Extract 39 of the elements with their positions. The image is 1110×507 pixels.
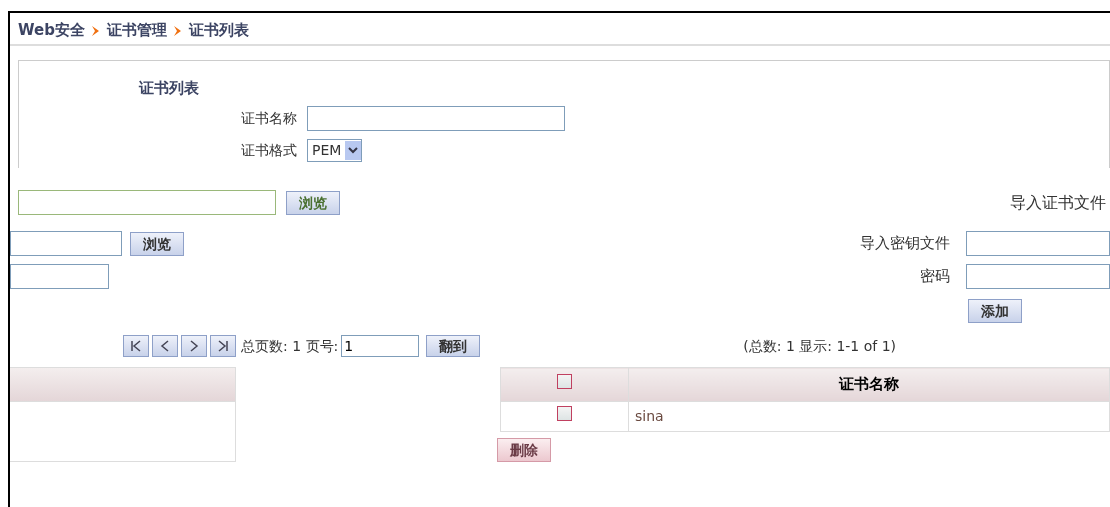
next-icon (188, 340, 200, 352)
section-title: 证书列表 (139, 78, 200, 99)
delete-button[interactable]: 删除 (497, 438, 551, 462)
field-label: 证书格式 (241, 140, 297, 160)
record-summary: (总数: 1 显示: 1-1 of 1) (743, 336, 897, 356)
cert-name-field[interactable] (307, 105, 565, 131)
breadcrumb-item[interactable]: 证书管理 (106, 19, 167, 42)
table-cell: sina (628, 401, 1110, 432)
first-page-button[interactable] (123, 335, 149, 357)
page-count-text: 总页数: 1 页号: (241, 336, 339, 356)
field-label: 密码 (920, 266, 950, 288)
last-page-button[interactable] (210, 335, 236, 357)
breadcrumb-item: 证书列表 (188, 20, 249, 42)
caret-icon (345, 140, 362, 160)
first-page-icon (130, 340, 142, 352)
last-page-icon (217, 340, 229, 352)
next-page-button[interactable] (181, 335, 207, 357)
file-field[interactable] (10, 231, 122, 256)
previous-icon (159, 340, 171, 352)
column-header: 证书名称 (628, 367, 1110, 402)
password-field[interactable] (966, 264, 1110, 289)
select-all-checkbox[interactable] (557, 374, 572, 389)
go-button[interactable]: 翻到 (426, 335, 481, 357)
text-field[interactable] (10, 264, 109, 289)
add-button[interactable]: 添加 (968, 299, 1022, 323)
field-label: 导入密钥文件 (860, 233, 950, 255)
field-label: 导入证书文件 (1010, 191, 1106, 214)
chevron-icon (90, 24, 101, 37)
file-field[interactable] (18, 190, 276, 215)
key-file-field[interactable] (966, 231, 1110, 256)
page-number-field[interactable]: 1 (341, 335, 420, 357)
browse-button[interactable]: 浏览 (286, 190, 340, 215)
row-checkbox[interactable] (557, 406, 572, 421)
breadcrumb-item[interactable]: Web安全 (18, 19, 85, 42)
format-dropdown[interactable]: PEM (307, 138, 363, 162)
chevron-icon (172, 24, 183, 37)
previous-page-button[interactable] (152, 335, 178, 357)
browse-button[interactable]: 浏览 (130, 231, 184, 256)
field-label: 证书名称 (241, 108, 297, 128)
